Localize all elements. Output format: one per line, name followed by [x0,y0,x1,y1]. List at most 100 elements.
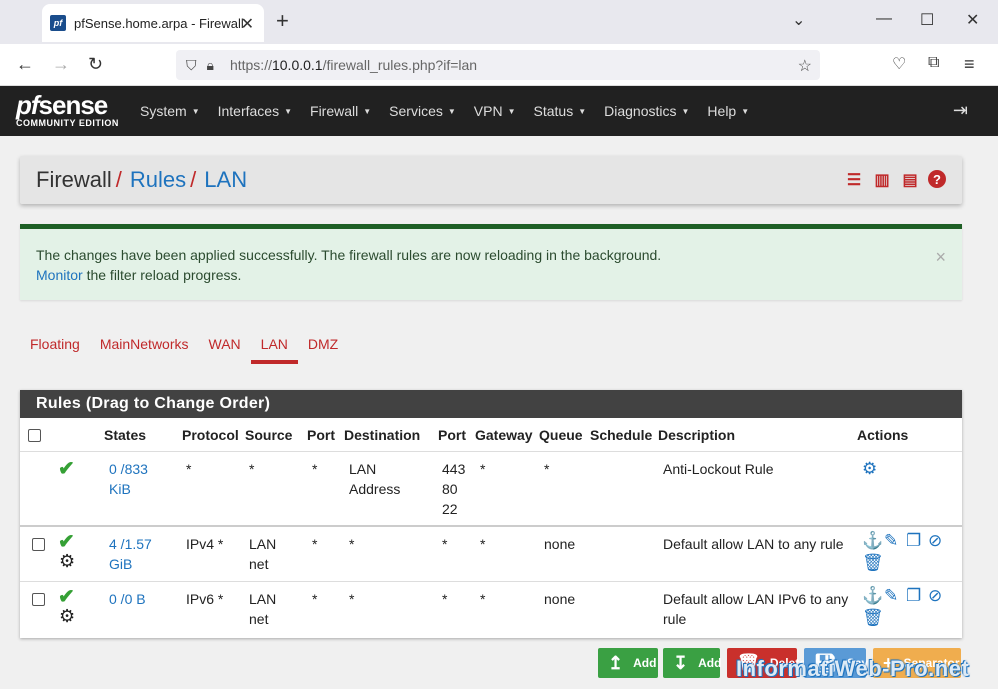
anchor-icon[interactable]: ⚓ [862,531,883,551]
col-source[interactable]: Source [245,427,292,443]
reload-icon[interactable]: ↻ [88,54,103,75]
tab-wan[interactable]: WAN [199,332,251,364]
add-top-button[interactable]: ↥ Add [598,648,658,678]
tab-lan[interactable]: LAN [250,332,299,364]
back-icon[interactable]: ← [16,54,34,75]
protocol-cell: * [186,461,192,477]
gateway-cell: * [480,591,486,607]
breadcrumb-lan[interactable]: LAN [204,167,247,193]
menu-status[interactable]: Status ▼ [534,103,587,119]
menu-services[interactable]: Services ▼ [389,103,456,119]
col-gateway[interactable]: Gateway [475,427,533,443]
url-text[interactable]: https://10.0.0.1/firewall_rules.php?if=l… [230,57,477,73]
menu-vpn[interactable]: VPN ▼ [474,103,516,119]
settings-gear-icon[interactable]: ⚙ [862,459,877,479]
anchor-icon[interactable]: ⚓ [862,586,883,606]
trash-icon[interactable]: 🗑︎ [862,553,884,573]
disable-icon[interactable]: ⊘ [928,586,942,606]
states-value[interactable]: 0 /0 B [109,591,146,607]
alert-message: The changes have been applied successful… [36,247,662,263]
menu-interfaces[interactable]: Interfaces ▼ [218,103,292,119]
description-cell: Anti-Lockout Rule [663,461,774,477]
bar-chart-icon[interactable]: ▥ [872,170,892,190]
tab-floating[interactable]: Floating [20,332,90,364]
minimize-icon[interactable]: — [876,10,892,28]
url-bar[interactable]: ⛉ 🔒︎ https://10.0.0.1/firewall_rules.php… [176,50,820,80]
main-menu: System ▼ Interfaces ▼ Firewall ▼ Services ▼ … [140,86,767,136]
queue-cell: none [544,536,576,552]
breadcrumb: Firewall / Rules / LAN ☰ ▥ ▤ ? [20,156,962,204]
browser-navbar: ← → ↻ ⛉ 🔒︎ https://10.0.0.1/firewall_rul… [0,44,998,86]
source-port-cell: * [312,591,318,607]
maximize-icon[interactable]: ☐ [920,10,934,30]
new-tab-icon[interactable]: + [276,8,289,34]
states-value[interactable]: 0 /833 [109,461,148,477]
col-dest-port[interactable]: Port [438,427,466,443]
protocol-cell: IPv4 * [186,536,224,552]
caret-down-icon: ▼ [741,106,750,116]
breadcrumb-rules[interactable]: Rules [130,167,186,193]
add-bottom-button[interactable]: ↧ Add [663,648,721,678]
tab-list-chevron-icon[interactable]: ⌄ [792,10,805,30]
trash-icon[interactable]: 🗑︎ [862,608,884,628]
dest-port-cell: 22 [442,501,458,517]
col-description[interactable]: Description [658,427,735,443]
col-source-port[interactable]: Port [307,427,335,443]
states-value[interactable]: 4 /1.57 [109,536,152,552]
copy-icon[interactable]: ❐ [906,586,921,606]
tab-close-icon[interactable]: ✕ [241,14,254,34]
table-row: ✔ 0 /833 KiB * * * LAN Address 443 80 22… [20,451,962,525]
tab-title: pfSense.home.arpa - Firewall: R [74,15,244,31]
shield-icon[interactable]: ⛉ [186,57,197,74]
tab-mainnetworks[interactable]: MainNetworks [90,332,199,364]
queue-cell: none [544,591,576,607]
help-icon[interactable]: ? [928,170,946,188]
menu-icon[interactable]: ≡ [964,54,975,75]
caret-down-icon: ▼ [284,106,293,116]
forward-icon[interactable]: → [52,54,70,75]
monitor-link[interactable]: Monitor [36,267,83,283]
rules-panel: Rules (Drag to Change Order) States Prot… [20,390,962,638]
col-protocol[interactable]: Protocol [182,427,239,443]
close-window-icon[interactable]: ✕ [966,10,979,30]
row-checkbox[interactable] [32,538,45,551]
edit-pencil-icon[interactable]: ✎ [884,531,898,551]
caret-down-icon: ▼ [681,106,690,116]
menu-firewall[interactable]: Firewall ▼ [310,103,371,119]
col-states[interactable]: States [104,427,146,443]
alert-close-icon[interactable]: × [935,247,946,267]
tab-dmz[interactable]: DMZ [298,332,348,364]
logout-icon[interactable]: ⇥ [953,100,968,121]
states-unit[interactable]: GiB [109,556,132,572]
advanced-gear-icon: ⚙ [59,551,76,571]
copy-icon[interactable]: ❐ [906,531,921,551]
pfsense-favicon-icon: pf [50,15,66,31]
col-destination[interactable]: Destination [344,427,420,443]
table-row: ✔ ⚙ 0 /0 B IPv6 * LAN net * * * * none D… [20,581,962,637]
states-unit[interactable]: KiB [109,481,131,497]
lock-icon[interactable]: 🔒︎ [207,57,214,74]
col-schedule[interactable]: Schedule [590,427,652,443]
pocket-icon[interactable]: ♡ [892,54,906,74]
alert-message-rest: the filter reload progress. [82,267,242,283]
menu-diagnostics[interactable]: Diagnostics ▼ [604,103,689,119]
source-cell: * [249,461,255,477]
select-all-checkbox[interactable] [28,429,41,442]
list-icon[interactable]: ▤ [900,170,920,190]
breadcrumb-separator: / [190,167,197,192]
menu-system[interactable]: System ▼ [140,103,200,119]
check-pass-icon: ✔ [58,458,75,480]
extensions-icon[interactable]: ⧉ [928,54,939,72]
browser-tabbar: pf pfSense.home.arpa - Firewall: R ✕ + ⌄… [0,0,998,44]
browser-tab[interactable]: pf pfSense.home.arpa - Firewall: R ✕ [42,4,264,42]
edit-pencil-icon[interactable]: ✎ [884,586,898,606]
source-port-cell: * [312,461,318,477]
disable-icon[interactable]: ⊘ [928,531,942,551]
bookmark-star-icon[interactable]: ☆ [798,56,812,76]
sliders-icon[interactable]: ☰ [844,170,864,190]
menu-help[interactable]: Help ▼ [707,103,749,119]
pfsense-logo[interactable]: pfsense COMMUNITY EDITION [16,92,119,128]
destination-cell: Address [349,481,401,497]
col-queue[interactable]: Queue [539,427,583,443]
row-checkbox[interactable] [32,593,45,606]
